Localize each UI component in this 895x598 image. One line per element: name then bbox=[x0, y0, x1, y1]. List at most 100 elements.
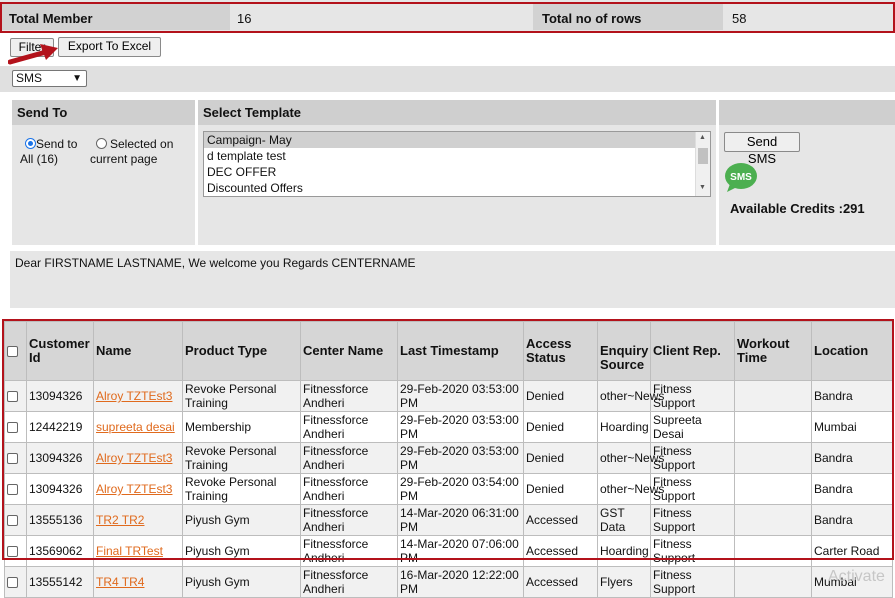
send-sms-button[interactable]: Send SMS bbox=[724, 132, 800, 166]
customer-name-link[interactable]: Alroy TZTEst3 bbox=[96, 451, 172, 465]
summary-bar: Total Member 16 Total no of rows 58 bbox=[0, 0, 895, 33]
cell-center: Fitnessforce Andheri bbox=[300, 380, 398, 412]
cell-rep: Fitness Support bbox=[650, 380, 735, 412]
total-member-value: 16 bbox=[237, 11, 252, 26]
column-header[interactable]: Location bbox=[811, 321, 893, 381]
row-checkbox[interactable] bbox=[7, 577, 18, 589]
table-row: 13555142 TR4 TR4 Piyush Gym Fitnessforce An… bbox=[4, 566, 893, 598]
cell-id: 13569062 bbox=[26, 535, 94, 567]
channel-select[interactable]: SMS ▼ bbox=[12, 70, 87, 87]
cell-id: 13555136 bbox=[26, 504, 94, 536]
row-select-cell[interactable] bbox=[4, 566, 27, 598]
export-to-excel-button[interactable]: Export To Excel bbox=[58, 37, 161, 57]
scroll-thumb[interactable] bbox=[698, 148, 708, 164]
template-option[interactable]: d template test bbox=[204, 148, 710, 164]
send-to-panel: Send to All (16) Selected on current pag… bbox=[12, 125, 195, 245]
cell-timestamp: 14-Mar-2020 07:06:00 PM bbox=[397, 535, 524, 567]
cell-location: Bandra bbox=[811, 380, 893, 412]
customer-name-link[interactable]: TR2 TR2 bbox=[96, 513, 144, 527]
table-row: 13094326 Alroy TZTEst3 Revoke Personal Tra… bbox=[4, 473, 893, 505]
scroll-up-icon[interactable]: ▲ bbox=[699, 134, 706, 141]
cell-access: Denied bbox=[523, 380, 598, 412]
customer-name-link[interactable]: Final TRTest bbox=[96, 544, 163, 558]
cell-timestamp: 29-Feb-2020 03:53:00 PM bbox=[397, 380, 524, 412]
cell-timestamp: 29-Feb-2020 03:53:00 PM bbox=[397, 411, 524, 443]
select-all-checkbox[interactable] bbox=[7, 346, 18, 358]
cell-id: 13094326 bbox=[26, 473, 94, 505]
cell-center: Fitnessforce Andheri bbox=[300, 473, 398, 505]
cell-product: Piyush Gym bbox=[182, 504, 301, 536]
table-row: 13569062 Final TRTest Piyush Gym Fitnessfor… bbox=[4, 535, 893, 567]
row-select-cell[interactable] bbox=[4, 442, 27, 474]
template-option[interactable]: Discounted Offers bbox=[204, 180, 710, 196]
cell-workout bbox=[734, 504, 812, 536]
column-header[interactable]: Client Rep. bbox=[650, 321, 735, 381]
activate-watermark: Activate bbox=[828, 568, 885, 585]
template-scrollbar[interactable]: ▲ ▼ bbox=[695, 132, 710, 196]
scroll-down-icon[interactable]: ▼ bbox=[699, 184, 706, 191]
cell-workout bbox=[734, 411, 812, 443]
row-select-cell[interactable] bbox=[4, 473, 27, 505]
table-row: 13094326 Alroy TZTEst3 Revoke Personal Tra… bbox=[4, 442, 893, 474]
send-to-heading: Send To bbox=[12, 100, 195, 125]
row-select-cell[interactable] bbox=[4, 380, 27, 412]
cell-timestamp: 29-Feb-2020 03:53:00 PM bbox=[397, 442, 524, 474]
cell-access: Accessed bbox=[523, 504, 598, 536]
cell-name: Alroy TZTEst3 bbox=[93, 380, 183, 412]
cell-rep: Fitness Support bbox=[650, 535, 735, 567]
row-checkbox[interactable] bbox=[7, 515, 18, 527]
cell-access: Accessed bbox=[523, 566, 598, 598]
template-option[interactable]: Campaign- May bbox=[204, 132, 710, 148]
cell-product: Revoke Personal Training bbox=[182, 380, 301, 412]
cell-product: Membership bbox=[182, 411, 301, 443]
column-header[interactable]: Product Type bbox=[182, 321, 301, 381]
row-checkbox[interactable] bbox=[7, 484, 18, 496]
column-header[interactable]: Center Name bbox=[300, 321, 398, 381]
cell-workout bbox=[734, 473, 812, 505]
table-row: 13555136 TR2 TR2 Piyush Gym Fitnessforce An… bbox=[4, 504, 893, 536]
cell-workout bbox=[734, 566, 812, 598]
cell-location: Carter Road bbox=[811, 535, 893, 567]
cell-location: Mumbai bbox=[811, 411, 893, 443]
template-option[interactable]: DEC OFFER bbox=[204, 164, 710, 180]
channel-select-value: SMS bbox=[16, 71, 43, 85]
customer-name-link[interactable]: TR4 TR4 bbox=[96, 575, 144, 589]
cell-location: Bandra bbox=[811, 504, 893, 536]
column-header[interactable]: Last Timestamp bbox=[397, 321, 524, 381]
cell-name: Alroy TZTEst3 bbox=[93, 473, 183, 505]
selected-on-page-label[interactable]: Selected on current page bbox=[90, 137, 190, 167]
cell-product: Piyush Gym bbox=[182, 566, 301, 598]
cell-enquiry: other~News bbox=[597, 442, 664, 474]
table-header-row: Customer Id Name Product Type Center Nam… bbox=[4, 321, 893, 381]
row-select-cell[interactable] bbox=[4, 411, 27, 443]
row-checkbox[interactable] bbox=[7, 422, 18, 434]
cell-center: Fitnessforce Andheri bbox=[300, 535, 398, 567]
row-checkbox[interactable] bbox=[7, 546, 18, 558]
send-to-all-label[interactable]: Send to All (16) bbox=[20, 137, 90, 167]
customer-name-link[interactable]: Alroy TZTEst3 bbox=[96, 482, 172, 496]
cell-name: supreeta desai bbox=[93, 411, 183, 443]
cell-enquiry: other~News bbox=[597, 473, 664, 505]
cell-location: Bandra bbox=[811, 473, 893, 505]
column-header[interactable]: Access Status bbox=[523, 321, 598, 381]
cell-rep: Fitness Support bbox=[650, 442, 735, 474]
cell-center: Fitnessforce Andheri bbox=[300, 504, 398, 536]
cell-name: Final TRTest bbox=[93, 535, 183, 567]
row-checkbox[interactable] bbox=[7, 391, 18, 403]
channel-bar bbox=[0, 66, 895, 92]
template-listbox[interactable]: Campaign- May d template test DEC OFFER … bbox=[203, 131, 711, 197]
message-text-area[interactable]: Dear FIRSTNAME LASTNAME, We welcome you … bbox=[10, 251, 895, 308]
select-all-header[interactable] bbox=[4, 321, 27, 381]
customer-name-link[interactable]: supreeta desai bbox=[96, 420, 175, 434]
column-header[interactable]: Workout Time bbox=[734, 321, 812, 381]
row-checkbox[interactable] bbox=[7, 453, 18, 465]
cell-center: Fitnessforce Andheri bbox=[300, 442, 398, 474]
total-member-label: Total Member bbox=[0, 4, 230, 30]
column-header[interactable]: Customer Id bbox=[26, 321, 94, 381]
row-select-cell[interactable] bbox=[4, 535, 27, 567]
column-header[interactable]: Enquiry Source bbox=[597, 321, 651, 381]
customer-name-link[interactable]: Alroy TZTEst3 bbox=[96, 389, 172, 403]
column-header[interactable]: Name bbox=[93, 321, 183, 381]
row-select-cell[interactable] bbox=[4, 504, 27, 536]
cell-center: Fitnessforce Andheri bbox=[300, 411, 398, 443]
